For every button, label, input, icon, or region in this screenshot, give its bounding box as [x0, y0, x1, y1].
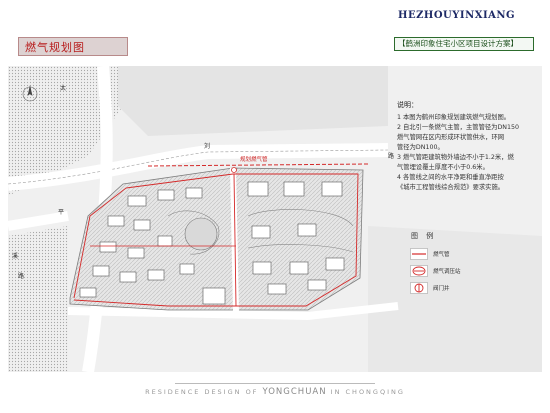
footer-divider [175, 383, 375, 384]
valve-well-icon [410, 282, 428, 294]
legend-label: 燃气调压站 [433, 269, 461, 275]
road-label-1: 太 [60, 84, 66, 92]
legend-item-regulator-station: 燃气调压站 [410, 265, 510, 277]
notes-line: 气管埋设覆土厚度不小于0.6米。 [397, 164, 489, 171]
project-name-box: 【鹤洲印象住宅小区项目设计方案】 [394, 37, 534, 51]
legend-item-valve-well: 阀门井 [410, 282, 510, 294]
valve-well-marker [231, 167, 237, 173]
legend-label: 燃气管 [433, 252, 450, 258]
road-label-2: 刘 [204, 142, 210, 150]
notes-line: 2 自北引一条燃气主管，主管管径为DN150 [397, 124, 520, 131]
legend-item-gas-pipe: 燃气管 [410, 248, 510, 260]
terrain-north [118, 66, 388, 136]
terrain-southwest [8, 226, 68, 372]
notes-heading: 说明： [397, 101, 418, 109]
footer-post: IN CHONGQING [330, 388, 405, 396]
road-label-6: 路 [18, 272, 24, 280]
footer: RESIDENCE DESIGN OF YONGCHUAN IN CHONGQI… [0, 387, 550, 397]
gas-main-label: 规划燃气管 [240, 155, 268, 163]
notes-line: 3 燃气管距建筑物外墙边不小于1.2米，燃 [397, 154, 514, 161]
notes-line: 燃气管网在区内形成环状管供水，环网 [397, 134, 505, 141]
footer-main: YONGCHUAN [262, 387, 327, 397]
road-label-3: 路 [388, 152, 394, 160]
legend-label: 阀门井 [433, 286, 450, 292]
notes-line: 《城市工程管线综合规范》要求实施。 [397, 184, 505, 191]
central-plaza [184, 217, 218, 251]
notes-line: 4 各管线之间的水平净距和垂直净距按 [397, 174, 504, 181]
road-label-4: 平 [58, 209, 64, 216]
notes-line: 1 本图为鹤州印象规划建筑燃气规划图。 [397, 114, 511, 121]
footer-pre: RESIDENCE DESIGN OF [145, 388, 259, 396]
project-name: 【鹤洲印象住宅小区项目设计方案】 [398, 39, 518, 48]
drawing-title: 燃气规划图 [25, 41, 85, 54]
gas-pipe-icon [410, 248, 428, 260]
brand-name: HEZHOUYINXIANG [398, 10, 516, 21]
road-label-5: 溪 [12, 252, 18, 260]
drawing-title-box: 燃气规划图 [18, 37, 128, 56]
regulator-station-icon [410, 265, 428, 277]
notes-panel: 说明： 1 本图为鹤州印象规划建筑燃气规划图。 2 自北引一条燃气主管，主管管径… [397, 100, 537, 193]
notes-line: 管径为DN100。 [397, 144, 444, 151]
legend-title: 图 例 [411, 232, 437, 240]
